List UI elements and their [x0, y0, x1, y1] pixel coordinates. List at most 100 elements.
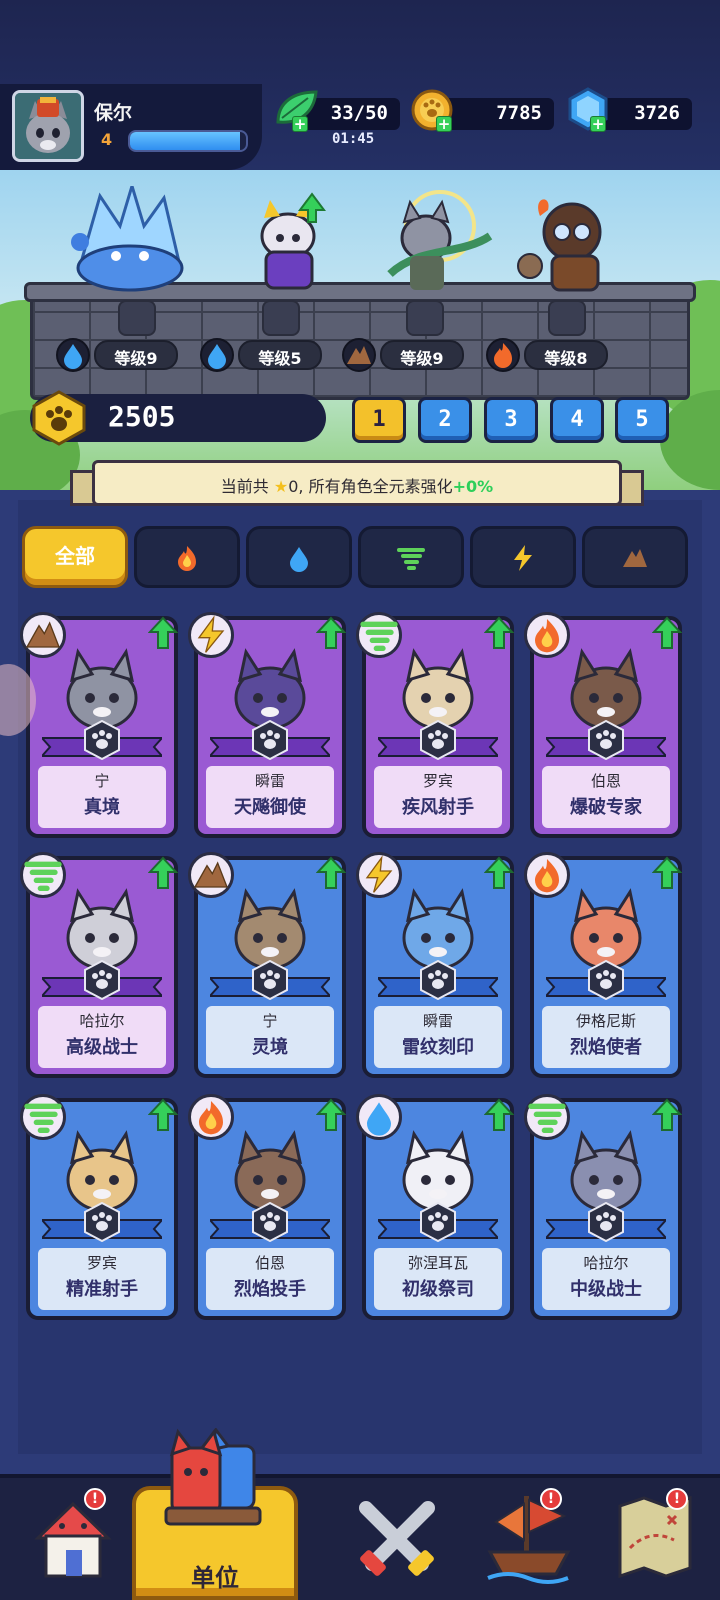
unit-name-panel: 哈拉尔 高级战士 — [38, 1006, 166, 1068]
unit-name: 哈拉尔 — [583, 1254, 629, 1272]
upgrade-arrow-icon — [148, 856, 178, 889]
water-icon — [356, 1094, 402, 1140]
paw-icon — [588, 960, 624, 1000]
lineup-slot-1[interactable] — [118, 300, 156, 336]
unit-name: 伯恩 — [590, 772, 621, 790]
earth-icon — [188, 852, 234, 898]
lineup-hero-3[interactable] — [370, 186, 510, 296]
paw-icon — [420, 960, 456, 1000]
upgrade-arrow-icon — [652, 1098, 682, 1131]
lineup-hero-4[interactable] — [512, 186, 652, 296]
fire-icon — [524, 612, 570, 658]
gem-value: 3726 — [634, 102, 680, 124]
filter-all[interactable]: 全部 — [22, 526, 128, 588]
unit-name-panel: 弥涅耳瓦 初级祭司 — [374, 1248, 502, 1310]
wind-icon — [20, 1094, 66, 1140]
unit-name: 伊格尼斯 — [575, 1012, 636, 1030]
unit-name: 瞬雷 — [254, 772, 285, 790]
earth-icon — [342, 338, 376, 372]
team-button-2[interactable]: 2 — [418, 397, 472, 443]
bonus-banner: 当前共 ★0, 所有角色全元素强化+0% — [92, 460, 622, 506]
paw-icon — [420, 720, 456, 760]
energy-timer: 01:45 — [332, 131, 375, 147]
lineup-hero-1[interactable] — [60, 186, 200, 296]
fire-icon — [188, 1094, 234, 1140]
lineup-slot-4[interactable] — [548, 300, 586, 336]
lineup-level-2: 等级5 — [238, 340, 322, 370]
paw-icon — [84, 960, 120, 1000]
unit-title: 天飚御使 — [234, 797, 306, 818]
banner-prefix: 当前共 — [220, 477, 269, 496]
filter-all-label: 全部 — [55, 544, 95, 568]
unit-name: 罗宾 — [422, 772, 453, 790]
gem-plus-button[interactable]: + — [590, 116, 606, 132]
paw-icon — [252, 1202, 288, 1242]
team-button-4[interactable]: 4 — [550, 397, 604, 443]
wind-icon — [524, 1094, 570, 1140]
paw-icon — [84, 720, 120, 760]
earth-icon — [623, 549, 647, 567]
unit-title: 高级战士 — [66, 1037, 138, 1058]
filter-wind[interactable] — [358, 526, 464, 588]
player-name: 保尔 — [94, 102, 133, 124]
team-button-3[interactable]: 3 — [484, 397, 538, 443]
fire-icon — [486, 338, 520, 372]
nav-battle[interactable] — [352, 1488, 442, 1588]
nav-map-badge: ! — [666, 1488, 688, 1510]
coin-plus-button[interactable]: + — [436, 116, 452, 132]
lightning-icon — [188, 612, 234, 658]
water-icon — [56, 338, 90, 372]
unit-name-panel: 哈拉尔 中级战士 — [542, 1248, 670, 1310]
filter-earth[interactable] — [582, 526, 688, 588]
upgrade-arrow-icon — [484, 616, 514, 649]
player-avatar[interactable] — [12, 90, 84, 162]
wind-icon — [356, 612, 402, 658]
filter-lightning[interactable] — [470, 526, 576, 588]
paw-icon — [252, 960, 288, 1000]
filter-fire[interactable] — [134, 526, 240, 588]
unit-name-panel: 罗宾 精准射手 — [38, 1248, 166, 1310]
filter-water[interactable] — [246, 526, 352, 588]
paw-icon — [252, 720, 288, 760]
fire-icon — [178, 546, 196, 571]
water-icon — [290, 547, 308, 572]
upgrade-arrow-icon — [484, 856, 514, 889]
units-icon — [164, 1428, 262, 1526]
lightning-icon — [356, 852, 402, 898]
lineup-slot-3[interactable] — [406, 300, 444, 336]
energy-value: 33/50 — [330, 102, 388, 124]
lineup-level-4: 等级8 — [524, 340, 608, 370]
nav-ship-badge: ! — [540, 1488, 562, 1510]
upgrade-arrow-icon — [652, 856, 682, 889]
team-button-5[interactable]: 5 — [615, 397, 669, 443]
unit-title: 中级战士 — [570, 1279, 642, 1300]
unit-title: 烈焰投手 — [234, 1279, 306, 1300]
lineup-level-3: 等级9 — [380, 340, 464, 370]
unit-name-panel: 伯恩 烈焰投手 — [206, 1248, 334, 1310]
unit-title: 疾风射手 — [402, 797, 474, 818]
player-level: 4 — [101, 130, 113, 149]
lineup-hero-2[interactable] — [228, 186, 368, 296]
upgrade-arrow-icon — [148, 1098, 178, 1131]
unit-name-panel: 伯恩 爆破专家 — [542, 766, 670, 828]
fire-icon — [524, 852, 570, 898]
lineup-slot-2[interactable] — [262, 300, 300, 336]
energy-plus-button[interactable]: + — [292, 116, 308, 132]
upgrade-arrow-icon — [316, 1098, 346, 1131]
paw-icon — [588, 1202, 624, 1242]
unit-name: 罗宾 — [86, 1254, 117, 1272]
total-power-value: 2505 — [108, 400, 176, 433]
lineup-level-1: 等级9 — [94, 340, 178, 370]
paw-icon — [588, 720, 624, 760]
unit-name: 宁 — [262, 1012, 278, 1030]
team-button-1[interactable]: 1 — [352, 397, 406, 443]
unit-name: 伯恩 — [254, 1254, 285, 1272]
unit-name-panel: 瞬雷 雷纹刻印 — [374, 1006, 502, 1068]
water-icon — [200, 338, 234, 372]
unit-title: 真境 — [84, 797, 120, 818]
earth-icon — [20, 612, 66, 658]
unit-name-panel: 伊格尼斯 烈焰使者 — [542, 1006, 670, 1068]
unit-title: 爆破专家 — [570, 797, 642, 818]
unit-name-panel: 宁灵境 — [206, 1006, 334, 1068]
banner-suffix: 所有角色全元素强化 — [308, 477, 453, 496]
